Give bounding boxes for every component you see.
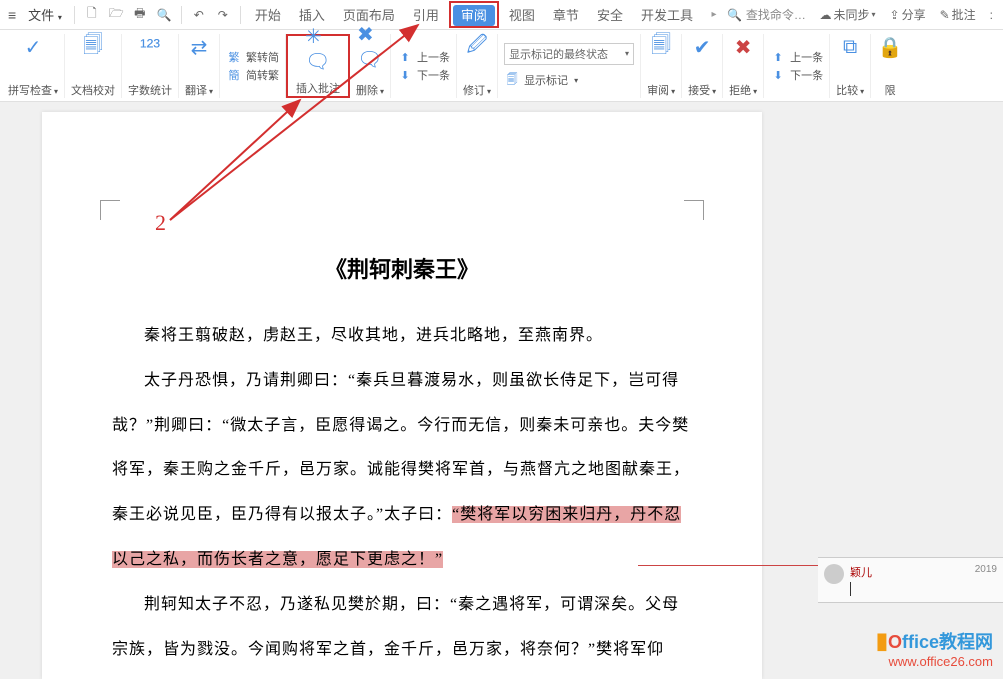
qat-preview-icon[interactable]: 🔍 [153,6,175,24]
restrict-button[interactable]: 🔒 限 [871,34,909,98]
share-icon: ⇪ [890,8,900,22]
reject-icon: ✖ [730,34,756,60]
delete-comment-button[interactable]: ✖🗨 删除▾ [350,34,391,98]
document-title: 《荆轲刺秦王》 [112,252,692,284]
tab-devtools[interactable]: 开发工具 [633,1,701,28]
docproof-icon: 🗐 [80,34,106,60]
review-button[interactable]: 🗐 审阅▾ [641,34,682,98]
document-paragraph: 秦将王翦破赵，虏赵王，尽收其地，进兵北略地，至燕南界。 [112,314,692,359]
comment-author: 颖儿 [850,564,872,580]
watermark: ▮Office教程网 www.office26.com [876,628,993,669]
docproof-button[interactable]: 🗐 文档校对 [65,34,122,98]
t2s-icon: 繁 [226,49,242,65]
accept-button[interactable]: ✔ 接受▾ [682,34,723,98]
track-icon: 🖉 [464,34,490,60]
s2t-icon: 簡 [226,67,242,83]
prev-comment-button[interactable]: ⬆上一条 [397,49,450,65]
share-button[interactable]: ⇪分享 [884,6,932,23]
qat-redo-icon[interactable]: ↷ [212,6,234,24]
translate-button[interactable]: ⇄ 翻译▾ [179,34,220,98]
convert-group: 繁繁转简 簡简转繁 [220,34,286,98]
comment-avatar [824,564,844,584]
qat-undo-icon[interactable]: ↶ [188,6,210,24]
insert-comment-button[interactable]: ✳🗨 插入批注 [286,34,350,98]
markup-icon: 🗐 [504,71,520,90]
review-icon: 🗐 [648,34,674,60]
comment-input[interactable] [850,582,997,596]
t2s-button[interactable]: 繁繁转简 [226,49,279,65]
prev-change-icon: ⬆ [770,51,786,64]
prev-change-button[interactable]: ⬆上一条 [770,49,823,65]
menubar: ≡ 文件 ▾ 🗋 🗁 🖶 🔍 ↶ ↷ 开始 插入 页面布局 引用 审阅 视图 章… [0,0,1003,30]
tab-section[interactable]: 章节 [545,1,587,28]
page-corner-tl [100,200,120,220]
pen-icon: ✎ [940,8,950,22]
file-menu[interactable]: 文件 ▾ [22,3,68,26]
change-nav-group: ⬆上一条 ⬇下一条 [764,34,830,98]
next-comment-button[interactable]: ⬇下一条 [397,67,450,83]
tab-view[interactable]: 视图 [501,1,543,28]
translate-icon: ⇄ [186,34,212,60]
comment-box[interactable]: 颖儿 2019 [818,557,1003,603]
compare-button[interactable]: ⧉ 比较▾ [830,34,871,98]
document-page[interactable]: 《荆轲刺秦王》 秦将王翦破赵，虏赵王，尽收其地，进兵北略地，至燕南界。 太子丹恐… [42,112,762,679]
qat-open-icon[interactable]: 🗁 [105,2,127,27]
show-markup-button[interactable]: 🗐显示标记▾ [504,71,634,90]
reject-button[interactable]: ✖ 拒绝▾ [723,34,764,98]
wordcount-button[interactable]: ¹²³ 字数统计 [122,34,179,98]
comment-panel: 颖儿 2019 [818,557,1003,603]
compare-icon: ⧉ [837,34,863,60]
search-command[interactable]: 🔍 查找命令… [727,6,806,23]
more-tabs-icon[interactable]: ▸ [703,7,725,22]
watermark-logo: ▮Office教程网 [876,628,993,654]
qat-new-icon[interactable]: 🗋 [81,2,103,27]
comment-date: 2019 [975,564,997,580]
wordcount-icon: ¹²³ [137,34,163,60]
track-changes-button[interactable]: 🖉 修订▾ [457,34,498,98]
next-change-icon: ⬇ [770,69,786,82]
document-paragraph: 荆轲知太子不忍，乃遂私见樊於期，曰：“秦之遇将军，可谓深矣。父母宗族，皆为戮没。… [112,583,692,673]
ribbon: ✓ 拼写检查▾ 🗐 文档校对 ¹²³ 字数统计 ⇄ 翻译▾ 繁繁转简 簡简转繁 … [0,30,1003,102]
watermark-url: www.office26.com [876,654,993,669]
sync-button[interactable]: ☁未同步 ▾ [813,6,881,23]
insert-comment-icon: ✳🗨 [305,36,331,62]
search-icon: 🔍 [727,8,742,22]
display-mode-combo[interactable]: 显示标记的最终状态▾ [504,43,634,65]
comment-nav-group: ⬆上一条 ⬇下一条 [391,34,457,98]
next-change-button[interactable]: ⬇下一条 [770,67,823,83]
accept-icon: ✔ [689,34,715,60]
next-icon: ⬇ [397,69,413,82]
hamburger-icon[interactable]: ≡ [4,7,20,23]
tab-security[interactable]: 安全 [589,1,631,28]
delete-icon: ✖🗨 [357,34,383,60]
qat-print-icon[interactable]: 🖶 [129,2,151,27]
tab-start[interactable]: 开始 [247,1,289,28]
page-corner-tr [684,200,704,220]
comment-connector-line [638,565,818,566]
spellcheck-icon: ✓ [20,34,46,60]
spellcheck-button[interactable]: ✓ 拼写检查▾ [2,34,65,98]
document-paragraph: 太子丹恐惧，乃请荆卿曰：“秦兵旦暮渡易水，则虽欲长侍足下，岂可得哉？”荆卿曰：“… [112,359,692,583]
lock-icon: 🔒 [877,34,903,60]
cloud-icon: ☁ [819,8,831,22]
tab-reference[interactable]: 引用 [405,1,447,28]
tab-review[interactable]: 审阅 [453,5,495,26]
track-display-group: 显示标记的最终状态▾ 🗐显示标记▾ [498,34,641,98]
prev-icon: ⬆ [397,51,413,64]
help-button[interactable]: : [984,8,999,22]
s2t-button[interactable]: 簡简转繁 [226,67,279,83]
comment-button[interactable]: ✎批注 [934,6,982,23]
annotation-number: 2 [155,210,166,236]
document-area: 《荆轲刺秦王》 秦将王翦破赵，虏赵王，尽收其地，进兵北略地，至燕南界。 太子丹恐… [0,102,1003,679]
annotation-highlight-tab: 审阅 [449,1,499,28]
